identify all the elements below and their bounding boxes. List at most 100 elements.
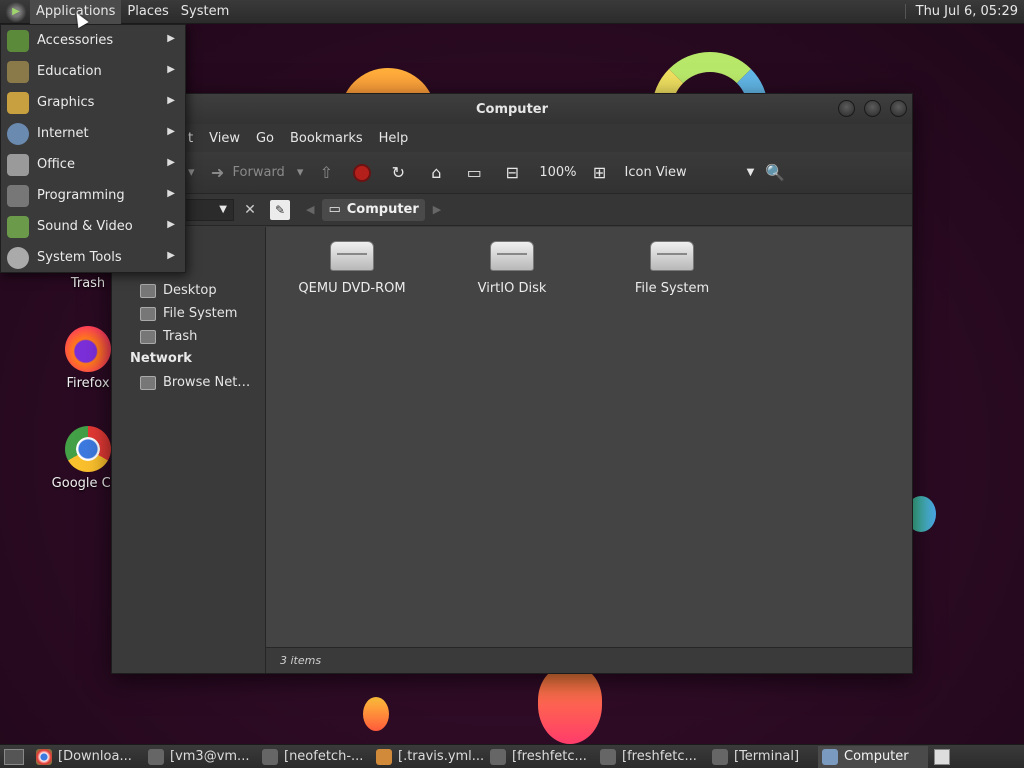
app-menu-item-system-tools[interactable]: System Tools ▶ xyxy=(1,242,185,273)
taskbar-item[interactable]: [Terminal] xyxy=(708,746,818,768)
taskbar-item[interactable]: [freshfetc... xyxy=(486,746,596,768)
app-menu-label: System Tools xyxy=(37,250,122,265)
status-text: 3 items xyxy=(280,654,322,667)
forward-arrow-icon: ➜ xyxy=(210,162,225,182)
window-toolbar: ▾ ➜ Forward ▾ ⇧ ↻ ⌂ ▭ ⊟ 100% ⊞ Icon View… xyxy=(112,152,912,194)
wallpaper-small-shape xyxy=(363,697,389,731)
chevron-right-icon: ▶ xyxy=(167,126,175,137)
top-panel: ▶ Applications Places System Thu Jul 6, … xyxy=(0,0,1024,24)
edit-location-button[interactable]: ✎ xyxy=(270,199,290,220)
breadcrumb-computer[interactable]: ▭ Computer xyxy=(322,198,425,221)
file-item-file-system[interactable]: File System xyxy=(602,241,742,296)
system-tools-icon xyxy=(7,246,29,269)
breadcrumb-prev-button[interactable]: ◀ xyxy=(306,203,314,216)
zoom-out-icon: ⊟ xyxy=(505,162,520,182)
firefox-icon xyxy=(65,326,111,372)
reload-icon: ↻ xyxy=(391,162,406,182)
search-button[interactable]: 🔍 xyxy=(758,152,796,194)
places-menu-button[interactable]: Places xyxy=(121,0,174,24)
zoom-out-button[interactable]: ⊟ xyxy=(495,152,533,194)
maximize-button[interactable] xyxy=(864,100,881,117)
chrome-icon xyxy=(65,426,111,472)
computer-button[interactable]: ▭ xyxy=(457,152,495,194)
show-desktop-button[interactable] xyxy=(4,748,24,765)
file-manager-window[interactable]: Computer t View Go Bookmarks Help ▾ ➜ Fo… xyxy=(111,93,913,674)
home-button[interactable]: ⌂ xyxy=(419,152,457,194)
up-arrow-icon: ⇧ xyxy=(319,162,334,182)
taskbar-item[interactable]: [.travis.yml... xyxy=(372,746,486,768)
sidebar-item-filesystem[interactable]: File System xyxy=(112,302,265,325)
trash-icon xyxy=(140,329,156,344)
close-sidebar-button[interactable]: ✕ xyxy=(240,200,260,220)
status-bar: 3 items xyxy=(266,647,912,673)
wallpaper-bottom-shape xyxy=(538,666,602,744)
sidebar-item-trash[interactable]: Trash xyxy=(112,325,265,348)
close-button[interactable] xyxy=(890,100,907,117)
zoom-in-icon: ⊞ xyxy=(592,162,607,182)
up-button[interactable]: ⇧ xyxy=(309,152,347,194)
text-editor-icon xyxy=(262,748,278,765)
file-item-label: VirtIO Disk xyxy=(477,281,547,296)
chevron-right-icon: ▶ xyxy=(167,157,175,168)
zoom-in-button[interactable]: ⊞ xyxy=(583,152,621,194)
taskbar-item[interactable]: [Downloa... xyxy=(32,746,144,768)
menu-help[interactable]: Help xyxy=(371,131,417,146)
forward-dropdown-button[interactable]: ▾ xyxy=(291,152,310,194)
taskbar-item-label: [freshfetc... xyxy=(622,749,697,764)
sidebar-header-network: Network xyxy=(130,351,192,366)
app-menu-label: Education xyxy=(37,64,102,79)
location-bar: ▼ ✕ ✎ ◀ ▭ Computer ▶ xyxy=(112,194,912,226)
app-menu-item-education[interactable]: Education ▶ xyxy=(1,56,185,87)
distro-logo-icon[interactable]: ▶ xyxy=(6,1,26,22)
sidebar-item-label: Desktop xyxy=(163,283,217,298)
zoom-level: 100% xyxy=(539,165,577,180)
file-item-label: File System xyxy=(634,281,710,296)
menu-view[interactable]: View xyxy=(201,131,248,146)
window-titlebar[interactable]: Computer xyxy=(112,94,912,124)
file-item-label: QEMU DVD-ROM xyxy=(298,281,406,296)
taskbar-item[interactable]: [freshfetc... xyxy=(596,746,708,768)
system-menu-button[interactable]: System xyxy=(175,0,235,24)
applications-menu: Accessories ▶ Education ▶ Graphics ▶ Int… xyxy=(0,24,186,273)
app-menu-item-accessories[interactable]: Accessories ▶ xyxy=(1,25,185,56)
icon-view-content[interactable]: QEMU DVD-ROM VirtIO Disk File System xyxy=(266,227,912,673)
app-menu-item-sound-video[interactable]: Sound & Video ▶ xyxy=(1,211,185,242)
menu-go[interactable]: Go xyxy=(248,131,282,146)
menu-bookmarks[interactable]: Bookmarks xyxy=(282,131,371,146)
workspace-switcher[interactable] xyxy=(934,748,950,765)
taskbar-item[interactable]: [neofetch-... xyxy=(258,746,372,768)
sidebar-item-desktop[interactable]: Desktop xyxy=(112,279,265,302)
forward-button[interactable]: ➜ Forward xyxy=(201,152,291,194)
drive-icon xyxy=(140,306,156,321)
programming-icon xyxy=(7,184,29,207)
sidebar-item-label: Browse Net… xyxy=(163,375,251,390)
app-menu-item-graphics[interactable]: Graphics ▶ xyxy=(1,87,185,118)
app-menu-item-internet[interactable]: Internet ▶ xyxy=(1,118,185,149)
taskbar-item-label: [vm3@vm... xyxy=(170,749,250,764)
app-menu-label: Sound & Video xyxy=(37,219,133,234)
view-mode-select[interactable]: Icon View ▼ xyxy=(621,152,759,194)
taskbar-item-active[interactable]: Computer xyxy=(818,745,928,768)
desktop-icon-label: Trash xyxy=(70,276,106,291)
search-icon: 🔍 xyxy=(765,162,786,182)
sidebar-item-browse-network[interactable]: Browse Net… xyxy=(112,371,265,394)
window-title: Computer xyxy=(475,101,549,117)
minimize-button[interactable] xyxy=(838,100,855,117)
places-sidebar: er 3 Desktop File System Trash Network B… xyxy=(112,227,266,673)
app-menu-item-office[interactable]: Office ▶ xyxy=(1,149,185,180)
app-menu-item-programming[interactable]: Programming ▶ xyxy=(1,180,185,211)
chevron-down-icon: ▼ xyxy=(219,204,227,215)
breadcrumb-next-button[interactable]: ▶ xyxy=(433,203,441,216)
view-mode-label: Icon View xyxy=(624,165,687,180)
file-item-dvd-rom[interactable]: QEMU DVD-ROM xyxy=(282,241,422,296)
taskbar-item-label: [freshfetc... xyxy=(512,749,587,764)
reload-button[interactable]: ↻ xyxy=(381,152,419,194)
network-icon xyxy=(140,375,156,390)
clock[interactable]: Thu Jul 6, 05:29 xyxy=(904,4,1024,19)
file-item-virtio-disk[interactable]: VirtIO Disk xyxy=(442,241,582,296)
stop-button[interactable] xyxy=(347,152,381,194)
hard-disk-icon xyxy=(490,241,534,271)
taskbar-item[interactable]: [vm3@vm... xyxy=(144,746,258,768)
chevron-right-icon: ▶ xyxy=(167,250,175,261)
computer-icon xyxy=(822,748,838,765)
